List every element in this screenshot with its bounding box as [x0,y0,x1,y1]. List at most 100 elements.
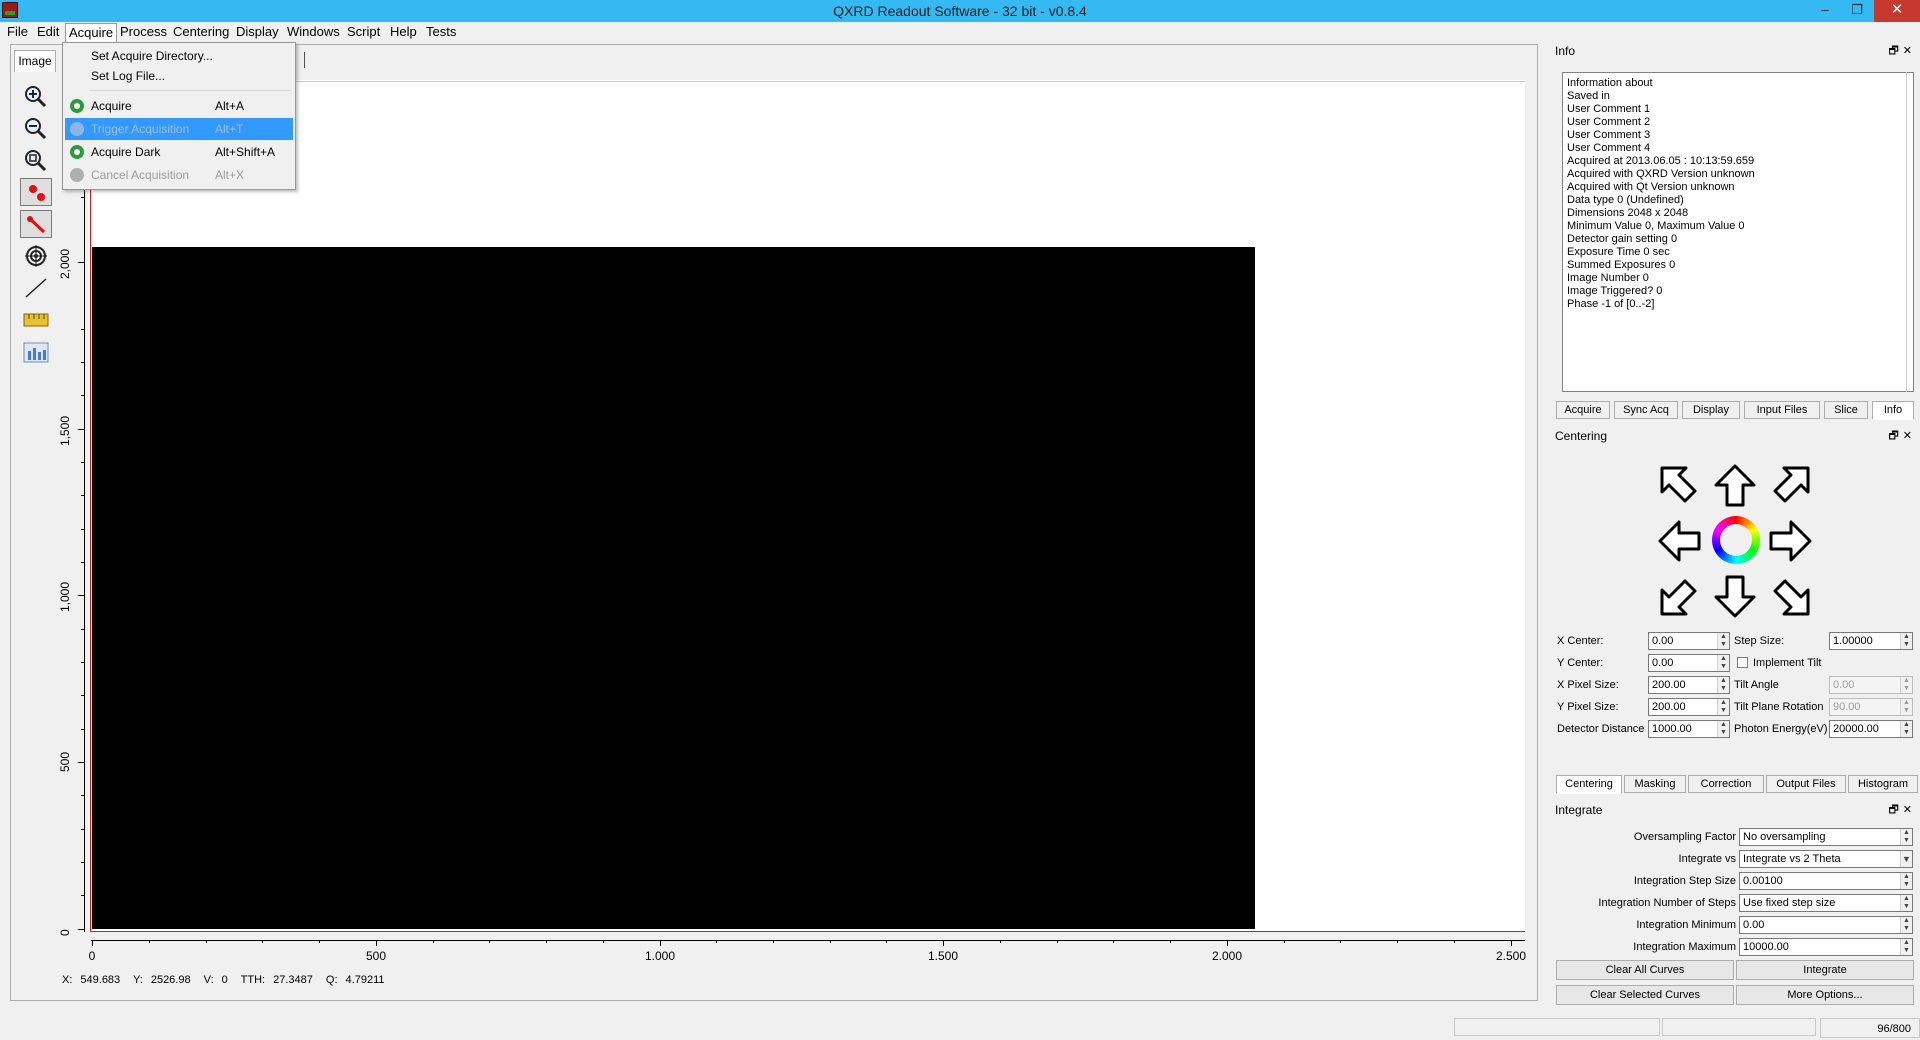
tab-histogram[interactable]: Histogram [1848,775,1918,793]
menu-tests[interactable]: Tests [423,24,459,42]
integrate-button[interactable]: Integrate [1736,960,1914,980]
histogram-button[interactable] [20,338,52,366]
x-minor-tick [489,940,490,943]
zoom-in-button[interactable] [20,82,52,110]
y-minor-tick [81,197,84,198]
more-options-button[interactable]: More Options... [1736,985,1914,1005]
y-pixel-size-spinbox[interactable]: 200.00 ▲ ▼ [1648,698,1730,716]
x-minor-tick [773,940,774,943]
menu-acquire-dark[interactable]: Acquire Dark Alt+Shift+A [65,141,293,163]
integration-maximum-spinbox[interactable]: 10000.00 ▲ ▼ [1739,938,1913,956]
menu-shortcut: Alt+Shift+A [215,145,276,159]
detector-image[interactable] [92,247,1255,929]
x-pixel-size-value: 200.00 [1652,679,1686,691]
integration-step-size-spinbox[interactable]: 0.00100 ▲ ▼ [1739,872,1913,890]
tab-slice[interactable]: Slice [1824,401,1868,419]
tab-input-files[interactable]: Input Files [1744,401,1820,419]
x-pixel-size-spinbox[interactable]: 200.00 ▲ ▼ [1648,676,1730,694]
set-ring-button[interactable] [20,210,52,238]
spin-arrows-icon[interactable]: ▲ ▼ [1900,917,1912,933]
spin-arrows-icon[interactable]: ▲ ▼ [1717,677,1729,693]
tab-info[interactable]: Info [1872,401,1914,420]
chevron-down-icon[interactable]: ▼ [1900,851,1912,867]
photon-energy-spinbox[interactable]: 20000.00 ▲ ▼ [1829,720,1913,738]
dock-float-close-icon[interactable]: 🗗✕ [1888,802,1916,819]
move-up-left-button[interactable] [1654,460,1706,512]
menu-file[interactable]: File [4,24,31,42]
spin-arrows-icon[interactable]: ▲ ▼ [1717,699,1729,715]
move-up-right-button[interactable] [1764,460,1816,512]
menu-display[interactable]: Display [233,24,282,42]
menu-edit[interactable]: Edit [34,24,62,42]
dock-float-close-icon[interactable]: 🗗✕ [1888,43,1916,60]
spin-arrows-icon[interactable]: ▲ ▼ [1900,873,1912,889]
step-size-spinbox[interactable]: 1.00000 ▲ ▼ [1829,632,1913,650]
acquire-menu-dropdown: Set Acquire Directory... Set Log File...… [62,42,296,190]
color-wheel-icon [1712,516,1760,564]
zoom-out-button[interactable] [20,114,52,142]
close-button[interactable]: ✕ [1874,0,1920,22]
tab-centering[interactable]: Centering [1556,775,1622,794]
x-value: 549.683 [80,974,121,986]
acquire-icon [70,99,84,113]
tab-image[interactable]: Image [14,50,56,72]
tab-correction[interactable]: Correction [1688,775,1764,793]
integration-minimum-spinbox[interactable]: 0.00 ▲ ▼ [1739,916,1913,934]
menu-set-acquire-directory[interactable]: Set Acquire Directory... [65,45,293,67]
move-down-button[interactable] [1709,570,1761,622]
info-text-box[interactable]: Information about Saved in User Comment … [1562,72,1914,392]
integration-number-of-steps-spinbox[interactable]: Use fixed step size ▲ ▼ [1739,894,1913,912]
minimize-button[interactable]: – [1810,0,1840,22]
menu-process[interactable]: Process [117,24,170,42]
move-down-left-button[interactable] [1654,570,1706,622]
menu-windows[interactable]: Windows [284,24,343,42]
maximize-button[interactable]: ❐ [1842,0,1872,22]
move-up-button[interactable] [1709,460,1761,512]
move-down-right-button[interactable] [1764,570,1816,622]
spin-arrows-icon[interactable]: ▲ ▼ [1900,829,1912,845]
y-center-spinbox[interactable]: 0.00 ▲ ▼ [1648,654,1730,672]
info-scrollbar[interactable] [1906,72,1914,392]
tab-acquire[interactable]: Acquire [1556,401,1610,419]
clear-all-curves-button[interactable]: Clear All Curves [1556,960,1734,980]
spin-arrows-icon[interactable]: ▲ ▼ [1900,721,1912,737]
step-size-value: 1.00000 [1833,635,1873,647]
spin-arrows-icon[interactable]: ▲ ▼ [1900,895,1912,911]
y-minor-tick [81,895,84,896]
detector-distance-value: 1000.00 [1652,723,1692,735]
menu-acquire[interactable]: Acquire [65,23,118,43]
detector-distance-spinbox[interactable]: 1000.00 ▲ ▼ [1648,720,1730,738]
menu-script[interactable]: Script [344,24,383,42]
zoom-out-icon [25,118,47,140]
dock-float-close-icon[interactable]: 🗗✕ [1888,428,1916,445]
centering-target-button[interactable] [20,242,52,270]
x-center-spinbox[interactable]: 0.00 ▲ ▼ [1648,632,1730,650]
integration-minimum-value: 0.00 [1743,919,1765,931]
tilt-plane-rotation-spinbox: 90.00 ▲ ▼ [1829,698,1913,716]
tab-output-files[interactable]: Output Files [1766,775,1846,793]
histogram-icon [23,342,49,363]
menu-help[interactable]: Help [387,24,420,42]
set-center-button[interactable] [20,178,52,206]
oversampling-factor-spinbox[interactable]: No oversampling ▲ ▼ [1739,828,1913,846]
clear-selected-curves-button[interactable]: Clear Selected Curves [1556,985,1734,1005]
integrate-vs-select[interactable]: Integrate vs 2 Theta ▼ [1739,850,1913,868]
measure-button[interactable] [20,306,52,334]
spin-arrows-icon[interactable]: ▲ ▼ [1900,939,1912,955]
spin-arrows-icon[interactable]: ▲ ▼ [1900,633,1912,649]
menu-centering[interactable]: Centering [170,24,232,42]
zoom-fit-button[interactable] [20,146,52,174]
spin-arrows-icon[interactable]: ▲ ▼ [1717,633,1729,649]
implement-tilt-checkbox[interactable] [1737,657,1748,668]
tab-sync-acq[interactable]: Sync Acq [1614,401,1678,419]
move-left-button[interactable] [1654,515,1706,567]
trigger-icon [70,122,84,136]
spin-arrows-icon[interactable]: ▲ ▼ [1717,655,1729,671]
move-right-button[interactable] [1764,515,1816,567]
line-slice-button[interactable] [20,274,52,302]
spin-arrows-icon[interactable]: ▲ ▼ [1717,721,1729,737]
menu-acquire-item[interactable]: Acquire Alt+A [65,95,293,117]
tab-masking[interactable]: Masking [1624,775,1686,793]
tab-display[interactable]: Display [1682,401,1740,419]
menu-set-log-file[interactable]: Set Log File... [65,65,293,87]
